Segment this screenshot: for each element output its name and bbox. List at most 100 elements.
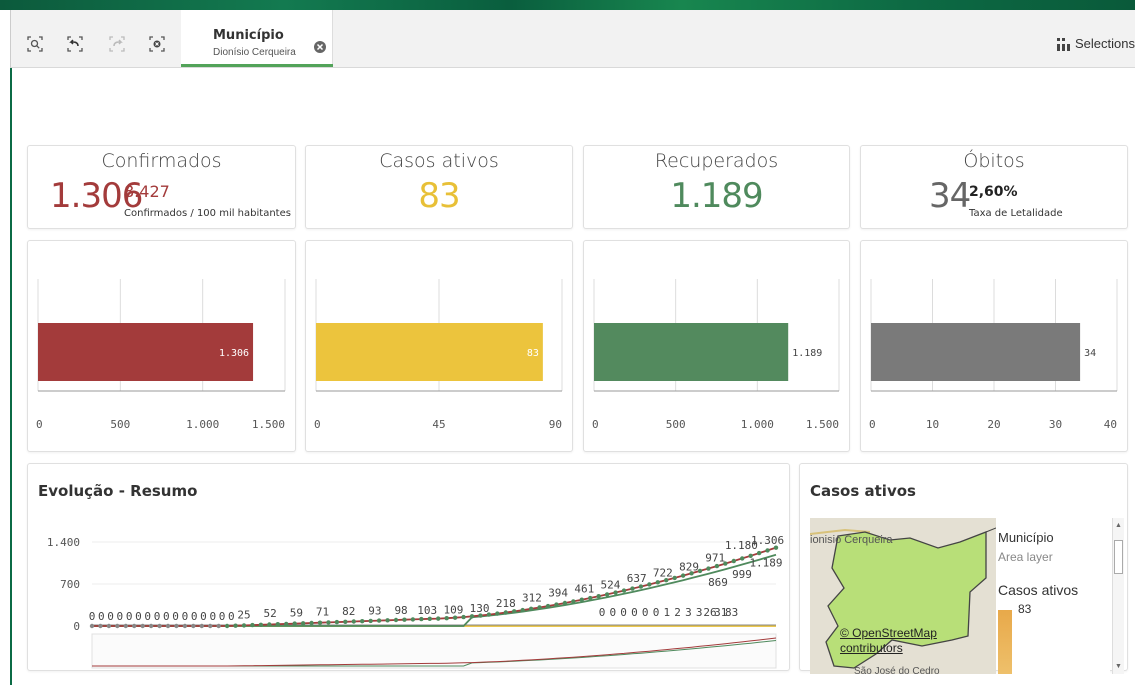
data-point <box>89 623 95 629</box>
data-point <box>385 618 390 623</box>
evolution-svg: 1.40070000 0 0 0 0 0 0 0 0 0 0 0 0 0 0 0 25 52 59 71 82 93 98 1… <box>47 534 784 669</box>
confirmados-data-label: 52 <box>264 607 277 620</box>
data-point <box>334 619 340 625</box>
data-point <box>436 616 441 621</box>
data-point <box>562 600 568 606</box>
confirmados-data-label: 109 <box>443 603 463 616</box>
data-point <box>588 595 593 601</box>
data-point <box>655 580 660 585</box>
confirmados-data-label: 25 <box>237 609 250 622</box>
data-point <box>250 622 255 628</box>
data-point <box>554 602 559 607</box>
data-point <box>740 556 745 561</box>
selection-field-value: Dionísio Cerqueira <box>213 47 296 58</box>
kpi-obitos[interactable]: Óbitos 34 2,60% Taxa de Letalidade <box>860 145 1128 229</box>
data-point <box>393 617 399 623</box>
legend-scrollbar[interactable]: ▲ ▼ <box>1112 518 1124 674</box>
data-point <box>326 620 331 625</box>
recuperados-data-label: 83 <box>725 606 738 619</box>
data-point <box>706 566 711 571</box>
data-point <box>98 623 103 629</box>
data-point <box>647 582 652 587</box>
data-point <box>503 610 508 615</box>
data-point <box>402 617 407 622</box>
kpi-value: 1.189 <box>670 176 763 216</box>
bar-chart-svg: 83 0 45 90 <box>314 279 563 431</box>
confirmados-data-label: 394 <box>548 586 568 599</box>
top-banner <box>0 0 1135 10</box>
data-point <box>275 622 280 627</box>
data-point <box>284 621 289 627</box>
scroll-up-icon[interactable]: ▲ <box>1115 522 1122 529</box>
recuperados-data-label: 3 <box>685 606 692 619</box>
confirmados-data-label: 0 <box>144 610 151 623</box>
step-back-icon[interactable] <box>65 34 85 54</box>
osm-line-2: contributors <box>840 641 903 655</box>
recuperados-data-label: 2 <box>674 606 681 619</box>
x-tick-label: 90 <box>549 418 562 431</box>
data-point <box>199 623 204 629</box>
kpi-casos-ativos[interactable]: Casos ativos 83 <box>305 145 573 229</box>
map-canvas[interactable]: ionisio Cerqueira São José do Cedro © Op… <box>810 518 996 674</box>
data-point <box>300 621 306 626</box>
smart-search-icon[interactable] <box>25 34 45 54</box>
recuperados-data-label: 0 <box>620 606 627 619</box>
data-point <box>596 594 601 599</box>
map-casos-ativos[interactable]: Casos ativos ionisio Cerqueira São José … <box>799 463 1128 674</box>
legend-value: 83 <box>1018 602 1032 616</box>
data-point <box>520 607 525 613</box>
confirmados-data-label: 0 <box>117 610 124 623</box>
confirmados-data-label: 0 <box>163 610 170 623</box>
data-point <box>123 623 128 629</box>
data-point <box>343 619 348 624</box>
osm-line-1: © OpenStreetMap <box>840 626 937 640</box>
confirmados-data-label: 829 <box>679 560 699 573</box>
clear-selections-icon[interactable] <box>147 34 167 54</box>
x-tick-label: 0 <box>869 418 876 431</box>
x-tick-label: 20 <box>987 418 1000 431</box>
confirmados-data-label: 218 <box>496 597 516 610</box>
confirmados-data-label: 0 <box>107 610 114 623</box>
bar-chart-recuperados[interactable]: 1.189 0 500 1.000 1.500 <box>583 240 850 452</box>
kpi-recuperados[interactable]: Recuperados 1.189 <box>583 145 850 229</box>
x-tick-label: 1.000 <box>186 418 219 431</box>
bar-chart-obitos[interactable]: 34 0 10 20 30 40 <box>860 240 1128 452</box>
data-point <box>157 623 162 629</box>
confirmados-data-label: 0 <box>191 610 198 623</box>
selection-field-name: Município <box>213 28 284 43</box>
scroll-down-icon[interactable]: ▼ <box>1115 663 1122 670</box>
scrollbar-thumb[interactable] <box>1114 540 1123 574</box>
recuperados-data-label: 999 <box>732 568 752 581</box>
clear-selection-icon[interactable] <box>313 40 327 54</box>
confirmados-data-label: 461 <box>574 582 594 595</box>
recuperados-data-label: 0 <box>642 606 649 619</box>
confirmados-data-label: 0 <box>126 610 133 623</box>
bar-chart-ativos[interactable]: 83 0 45 90 <box>305 240 573 452</box>
legend-measure: Casos ativos <box>998 582 1079 598</box>
map-place-label: ionisio Cerqueira <box>810 534 893 546</box>
x-tick-label: 0 <box>314 418 321 431</box>
kpi-sub-value: 8.427 <box>124 182 170 201</box>
confirmados-data-label: 722 <box>653 567 673 580</box>
evolution-chart[interactable]: Evolução - Resumo 1.400 700 0 0 0 0 0 0 0 0 0 0 0 0 0 0… <box>27 463 790 671</box>
selection-chip[interactable]: Município Dionísio Cerqueira <box>181 10 333 67</box>
data-point <box>672 575 677 581</box>
kpi-confirmados[interactable]: Confirmados 1.306 8.427 Confirmados / 10… <box>27 145 296 229</box>
confirmados-data-label: 0 <box>219 610 226 623</box>
selections-grid-icon[interactable] <box>1056 36 1070 52</box>
confirmados-data-label: 59 <box>290 606 303 619</box>
step-forward-icon[interactable] <box>107 34 127 54</box>
data-point <box>317 620 323 625</box>
data-point <box>233 623 238 628</box>
selections-button[interactable]: Selections <box>1075 36 1135 51</box>
data-point <box>571 599 576 604</box>
confirmados-data-label: 0 <box>182 610 189 623</box>
recuperados-data-label: 0 <box>599 606 606 619</box>
confirmados-data-label: 971 <box>705 552 725 565</box>
bar-chart-confirmados[interactable]: 1.306 0 500 1.000 1.500 <box>27 240 296 452</box>
data-point <box>444 616 449 621</box>
data-point <box>182 623 188 629</box>
data-point <box>427 616 432 621</box>
confirmados-data-label: 71 <box>316 606 329 619</box>
osm-attribution-link[interactable]: © OpenStreetMap contributors <box>840 626 937 656</box>
